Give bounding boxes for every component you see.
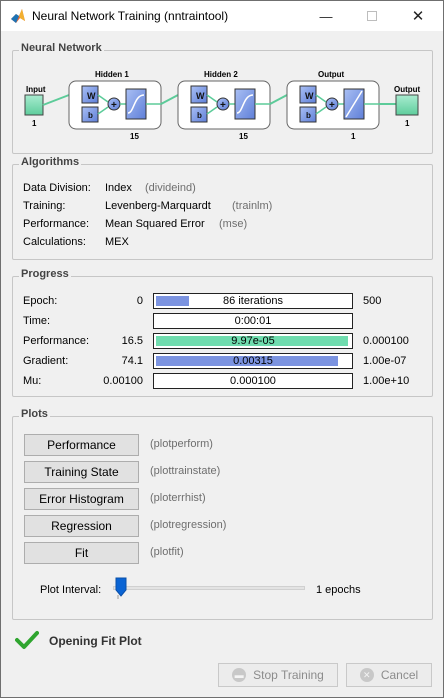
progress-title: Progress	[19, 268, 71, 280]
mu-progress-text: 0.000100	[230, 375, 276, 387]
epoch-progress-bar: 86 iterations	[153, 293, 353, 309]
epoch-start: 0	[136, 295, 143, 307]
plot-interval-value: 1 epochs	[316, 584, 361, 596]
window-title: Neural Network Training (nntraintool)	[32, 9, 229, 23]
hidden2-bias-symbol: b	[197, 111, 202, 120]
performance-plot-button[interactable]: Performance	[24, 434, 139, 456]
neural-network-panel: Neural Network Input 1 Hidden 1 W b + 15…	[12, 42, 433, 154]
title-bar: Neural Network Training (nntraintool) — …	[1, 1, 443, 31]
gradient-progress-text: 0.00315	[233, 355, 273, 367]
gradient-label: Gradient:	[23, 355, 69, 367]
fit-plot-func: (plotfit)	[150, 546, 184, 558]
algo-func-division: (divideind)	[145, 182, 196, 194]
time-text: 0:00:01	[234, 315, 272, 327]
plots-title: Plots	[19, 408, 50, 420]
regression-plot-button[interactable]: Regression	[24, 515, 139, 537]
training-state-plot-func: (plottrainstate)	[150, 465, 221, 477]
algo-func-performance: (mse)	[219, 218, 248, 230]
error-histogram-plot-func: (ploterrhist)	[150, 492, 206, 504]
hidden2-label: Hidden 2	[204, 70, 238, 79]
hidden1-label: Hidden 1	[95, 70, 129, 79]
performance-start: 16.5	[121, 335, 143, 347]
output-label: Output	[394, 85, 421, 94]
hidden2-sum-symbol: +	[220, 100, 226, 111]
epoch-progress-text: 86 iterations	[223, 295, 283, 307]
output-sum-symbol: +	[329, 100, 335, 111]
hidden2-size: 15	[239, 132, 248, 141]
output-bias-symbol: b	[306, 111, 311, 120]
nntraintool-window: Neural Network Training (nntraintool) — …	[0, 0, 444, 698]
algo-label-training: Training:	[23, 200, 66, 212]
minimize-icon: —	[319, 8, 333, 24]
performance-progress-bar: 9.97e-05	[153, 333, 353, 349]
performance-progress-text: 9.97e-05	[231, 335, 275, 347]
cancel-icon: ✕	[359, 668, 374, 682]
status-text: Opening Fit Plot	[49, 634, 142, 648]
regression-plot-func: (plotregression)	[150, 519, 227, 531]
plot-interval-label: Plot Interval:	[40, 584, 102, 596]
epoch-end: 500	[363, 295, 382, 307]
input-node	[24, 94, 44, 116]
epoch-label: Epoch:	[23, 295, 58, 307]
slider-tick-marks	[117, 595, 119, 599]
progress-panel: Progress Epoch: 0 86 iterations 500 Time…	[12, 268, 433, 397]
hidden1-sum-symbol: +	[111, 100, 117, 111]
checkmark-icon	[15, 631, 39, 649]
mu-start: 0.00100	[103, 375, 143, 387]
hidden1-bias-symbol: b	[88, 111, 93, 120]
cancel-label: Cancel	[380, 668, 419, 682]
plots-panel: Plots Performance (plotperform) Training…	[12, 408, 433, 620]
performance-label: Performance:	[23, 335, 90, 347]
time-box: 0:00:01	[153, 313, 353, 329]
minimize-button[interactable]: —	[303, 1, 349, 31]
maximize-button[interactable]	[349, 1, 395, 31]
output-weight-symbol: W	[305, 91, 314, 101]
training-state-plot-button[interactable]: Training State	[24, 461, 139, 483]
stop-training-button[interactable]: ▬ Stop Training	[218, 663, 338, 687]
network-diagram: Input 1 Hidden 1 W b + 15 Hidden 2 W b +…	[24, 70, 421, 141]
mu-progress-bar: 0.000100	[153, 373, 353, 389]
time-label: Time:	[23, 315, 51, 327]
hidden1-weight-symbol: W	[87, 91, 96, 101]
algorithms-title: Algorithms	[19, 156, 82, 168]
close-button[interactable]: ✕	[395, 1, 441, 31]
input-label: Input	[26, 85, 46, 94]
output-node	[395, 94, 419, 116]
hidden2-weight-symbol: W	[196, 91, 205, 101]
algo-value-training: Levenberg-Marquardt	[105, 200, 211, 212]
performance-end: 0.000100	[363, 335, 409, 347]
error-histogram-plot-button[interactable]: Error Histogram	[24, 488, 139, 510]
stop-icon: ▬	[232, 668, 247, 682]
input-size: 1	[32, 119, 37, 128]
slider-track	[113, 586, 305, 590]
matlab-logo-icon	[11, 9, 25, 23]
output-size: 1	[405, 119, 410, 128]
plot-interval-slider[interactable]	[113, 577, 307, 601]
maximize-icon	[367, 11, 377, 21]
algo-func-training: (trainlm)	[232, 200, 273, 212]
output-layer-size: 1	[351, 132, 356, 141]
cancel-button[interactable]: ✕ Cancel	[346, 663, 432, 687]
mu-end: 1.00e+10	[363, 375, 410, 387]
algo-value-calculations: MEX	[105, 236, 129, 248]
mu-label: Mu:	[23, 375, 42, 387]
output-layer-label: Output	[318, 70, 345, 79]
slider-thumb[interactable]	[115, 577, 127, 597]
algo-value-division: Index	[105, 182, 132, 194]
algo-label-division: Data Division:	[23, 182, 91, 194]
hidden1-size: 15	[130, 132, 139, 141]
fit-plot-button[interactable]: Fit	[24, 542, 139, 564]
performance-plot-func: (plotperform)	[150, 438, 213, 450]
gradient-start: 74.1	[121, 355, 143, 367]
stop-training-label: Stop Training	[253, 668, 324, 682]
close-icon: ✕	[411, 8, 425, 25]
algo-value-performance: Mean Squared Error	[105, 218, 205, 230]
gradient-progress-bar: 0.00315	[153, 353, 353, 369]
gradient-end: 1.00e-07	[363, 355, 407, 367]
algorithms-panel: Algorithms Data Division: Index (dividei…	[12, 156, 433, 260]
algo-label-calculations: Calculations:	[23, 236, 86, 248]
algo-label-performance: Performance:	[23, 218, 90, 230]
